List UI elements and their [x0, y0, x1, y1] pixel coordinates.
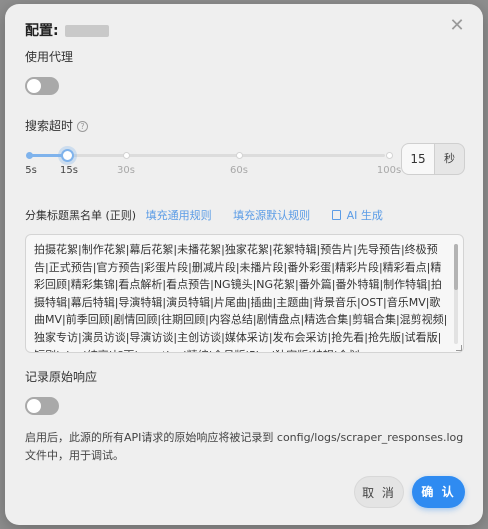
dialog-title: 配置:: [25, 20, 109, 40]
fill-default-rules-link[interactable]: 填充源默认规则: [233, 209, 310, 222]
timeout-label: 搜索超时?: [25, 117, 89, 134]
tick-label: 5s: [25, 165, 37, 176]
proxy-toggle[interactable]: [25, 77, 59, 95]
close-icon[interactable]: ✕: [447, 16, 467, 36]
timeout-label-text: 搜索超时: [25, 119, 74, 133]
slider-stop-60s[interactable]: [236, 152, 243, 159]
scrollbar-thumb[interactable]: [454, 244, 458, 290]
timeout-slider[interactable]: 5s 15s 30s 60s 100s: [25, 146, 401, 176]
raw-response-description: 启用后，此源的所有API请求的原始响应将被记录到 config/logs/scr…: [25, 431, 464, 462]
slider-stop-100s[interactable]: [386, 152, 393, 159]
resize-handle[interactable]: [456, 345, 462, 351]
blacklist-textarea[interactable]: 拍摄花絮|制作花絮|幕后花絮|未播花絮|独家花絮|花絮特辑|预告片|先导预告|终…: [25, 234, 464, 353]
raw-response-label: 记录原始响应: [25, 370, 98, 384]
dialog-title-text: 配置:: [25, 23, 59, 39]
redacted-source-name: [64, 25, 109, 37]
ai-generate-label: AI 生成: [346, 209, 383, 222]
slider-track[interactable]: [29, 154, 385, 157]
blacklist-header: 分集标题黑名单 (正则) 填充通用规则 填充源默认规则 AI 生成: [25, 207, 383, 223]
tick-label: 15s: [60, 165, 78, 176]
proxy-label: 使用代理: [25, 50, 74, 64]
raw-response-toggle[interactable]: [25, 397, 59, 415]
config-dialog: 配置: ✕ 使用代理 搜索超时? 5s 15s 30s 60s 100s 15 …: [5, 4, 483, 525]
timeout-input[interactable]: 15: [401, 143, 435, 175]
help-icon[interactable]: ?: [77, 121, 89, 132]
textarea-scrollbar[interactable]: [454, 244, 458, 344]
fill-common-rules-link[interactable]: 填充通用规则: [146, 209, 212, 222]
tick-label: 60s: [230, 165, 248, 176]
slider-stop-5s[interactable]: [26, 152, 33, 159]
timeout-unit: 秒: [435, 143, 465, 175]
cancel-button[interactable]: 取 消: [354, 476, 404, 508]
blacklist-label: 分集标题黑名单 (正则): [25, 209, 137, 222]
slider-stop-30s[interactable]: [123, 152, 130, 159]
tick-label: 100s: [376, 165, 402, 176]
ai-icon: [331, 210, 341, 220]
ai-generate-link[interactable]: AI 生成: [331, 209, 383, 222]
slider-handle[interactable]: [61, 149, 74, 162]
confirm-button[interactable]: 确 认: [412, 476, 465, 508]
toggle-knob: [27, 399, 41, 413]
tick-label: 30s: [117, 165, 135, 176]
toggle-knob: [27, 79, 41, 93]
